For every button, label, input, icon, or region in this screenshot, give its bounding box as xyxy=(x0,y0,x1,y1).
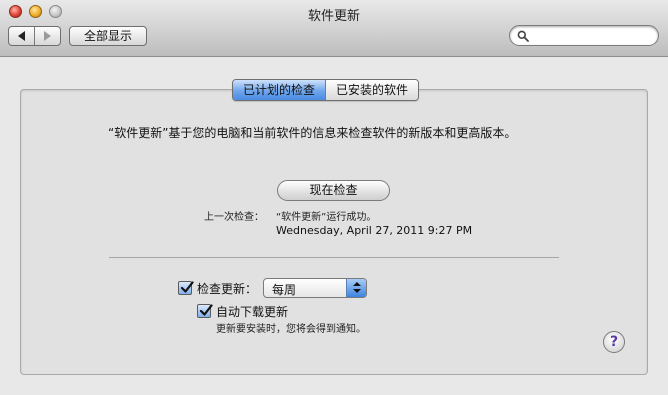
toolbar: 软件更新 全部显示 xyxy=(0,0,668,57)
search-field[interactable] xyxy=(509,25,659,46)
tab-bar: 已计划的检查 已安装的软件 xyxy=(232,79,420,101)
checkmark-icon xyxy=(199,304,213,316)
check-now-button[interactable]: 现在检查 xyxy=(277,180,390,201)
help-button[interactable]: ? xyxy=(603,331,625,353)
tab-installed-software[interactable]: 已安装的软件 xyxy=(325,80,419,100)
tab-scheduled-check[interactable]: 已计划的检查 xyxy=(233,80,326,100)
back-button[interactable] xyxy=(9,27,34,45)
forward-arrow-icon xyxy=(44,31,51,41)
description-text: “软件更新”基于您的电脑和当前软件的信息来检查软件的新版本和更高版本。 xyxy=(108,126,517,140)
divider xyxy=(109,257,559,258)
checkmark-icon xyxy=(180,281,194,293)
frequency-select[interactable]: 每周 xyxy=(263,278,367,298)
last-check-label: 上一次检查： xyxy=(204,212,264,223)
auto-download-note: 更新要安装时，您将会得到通知。 xyxy=(216,324,366,335)
search-input[interactable] xyxy=(532,28,652,43)
show-all-button[interactable]: 全部显示 xyxy=(69,26,147,46)
auto-download-checkbox[interactable] xyxy=(197,304,213,318)
last-check-date: Wednesday, April 27, 2011 9:27 PM xyxy=(276,224,473,237)
check-updates-checkbox[interactable] xyxy=(178,281,194,295)
back-forward-group xyxy=(8,26,61,46)
search-icon xyxy=(517,30,529,42)
check-updates-label: 检查更新： xyxy=(197,282,258,296)
last-check-status: “软件更新”运行成功。 xyxy=(276,212,377,223)
select-arrows-icon xyxy=(346,279,366,297)
window-title: 软件更新 xyxy=(307,9,360,24)
forward-button[interactable] xyxy=(34,27,60,45)
back-arrow-icon xyxy=(18,31,25,41)
frequency-value: 每周 xyxy=(272,283,297,297)
auto-download-label: 自动下载更新 xyxy=(216,305,289,319)
